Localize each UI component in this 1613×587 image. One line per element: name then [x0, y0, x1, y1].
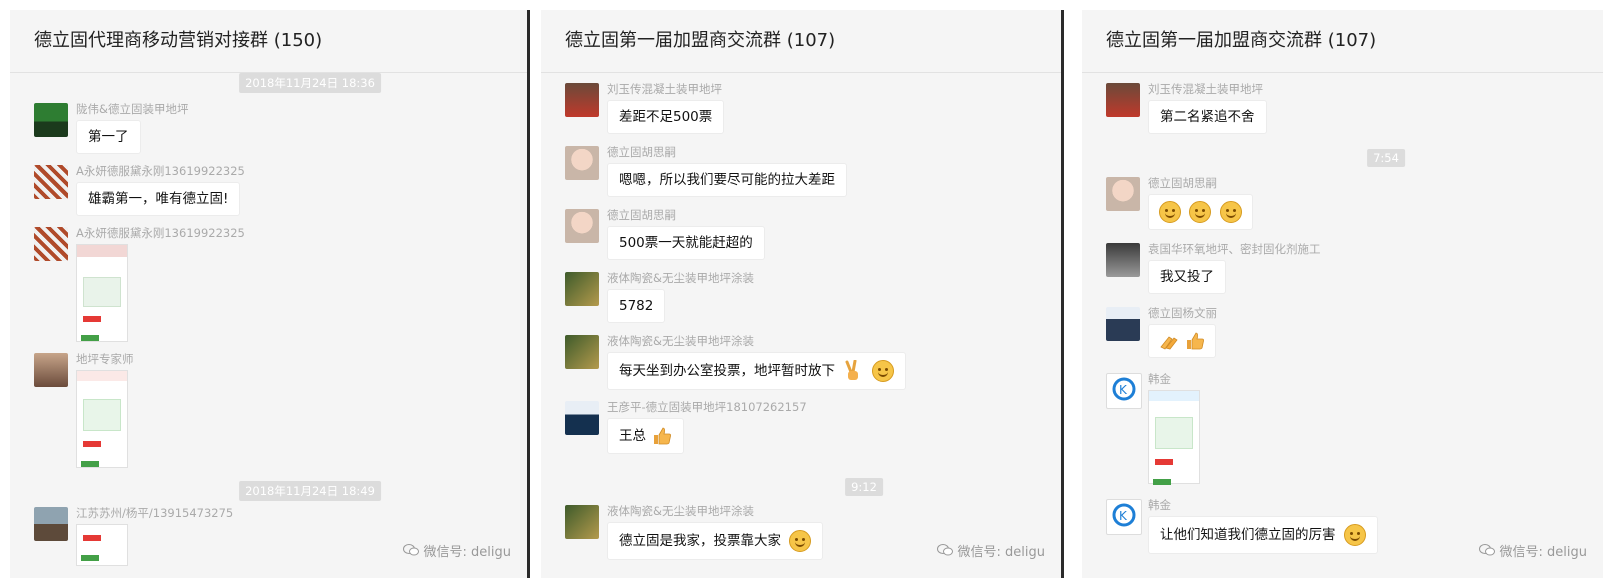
avatar[interactable]: [565, 146, 599, 180]
sender-name: 地坪专家师: [76, 352, 134, 366]
chat-panel-2: 德立固第一届加盟商交流群 (107) 刘玉传混凝土装甲地坪 差距不足500票 德…: [541, 10, 1061, 578]
message-bubble[interactable]: 第一了: [76, 120, 141, 154]
avatar[interactable]: K: [1106, 499, 1142, 535]
message-bubble[interactable]: 德立固是我家，投票靠大家: [607, 522, 824, 560]
sender-name: 德立固胡思嗣: [607, 208, 676, 222]
divider: [1061, 10, 1064, 578]
thumbs-up-icon: [1185, 331, 1205, 351]
watermark: 微信号: deligu: [403, 541, 511, 560]
avatar[interactable]: [565, 209, 599, 243]
message-text: 德立固是我家，投票靠大家: [619, 533, 781, 549]
sender-name: 液体陶瓷&无尘装甲地坪涂装: [607, 271, 754, 285]
sender-name: 德立固杨文丽: [1148, 306, 1217, 320]
sender-name: A永妍德服黛永刚13619922325: [76, 226, 245, 240]
sender-name: 陇伟&德立固装甲地坪: [76, 102, 189, 116]
sender-name: 韩金: [1148, 372, 1171, 386]
timestamp-badge: 2018年11月24日 18:36: [239, 73, 381, 93]
avatar[interactable]: [565, 272, 599, 306]
message-bubble[interactable]: 500票一天就能赶超的: [607, 226, 765, 260]
sender-name: 德立固胡思嗣: [1148, 176, 1217, 190]
chat-title: 德立固第一届加盟商交流群 (107): [1082, 10, 1603, 73]
grin-emoji-icon: [789, 530, 812, 552]
sender-name: 王彦平-德立固装甲地坪18107262157: [607, 400, 807, 414]
wechat-icon: [1479, 544, 1499, 560]
message-bubble[interactable]: [1148, 194, 1253, 230]
avatar[interactable]: K: [1106, 373, 1142, 409]
timestamp-badge: 9:12: [845, 478, 883, 496]
avatar[interactable]: [34, 227, 68, 261]
image-message[interactable]: [1148, 390, 1200, 485]
message-bubble[interactable]: 王总: [607, 418, 685, 454]
company-logo-icon: K: [1112, 377, 1136, 401]
avatar[interactable]: [565, 505, 599, 539]
message-bubble[interactable]: 我又投了: [1148, 260, 1226, 294]
sender-name: 德立固胡思嗣: [607, 145, 676, 159]
watermark-text: 微信号: deligu: [1499, 545, 1587, 560]
grin-emoji-icon: [1159, 201, 1181, 223]
message-bubble[interactable]: 雄霸第一，唯有德立固!: [76, 182, 241, 216]
sender-name: 江苏苏州/杨平/13915473275: [76, 506, 234, 520]
message-bubble[interactable]: 让他们知道我们德立固的厉害: [1148, 516, 1378, 554]
avatar[interactable]: [1106, 243, 1140, 277]
grin-emoji-icon: [1189, 201, 1212, 223]
thumbs-up-icon: [652, 426, 672, 446]
divider: [527, 10, 530, 578]
avatar[interactable]: [34, 103, 68, 137]
chat-title: 德立固代理商移动营销对接群 (150): [10, 10, 527, 73]
image-message[interactable]: [76, 370, 128, 468]
sender-name: 韩金: [1148, 498, 1171, 512]
watermark-text: 微信号: deligu: [957, 545, 1045, 560]
message-bubble[interactable]: 5782: [607, 289, 666, 323]
image-message[interactable]: [76, 244, 128, 342]
message-text: 王总: [619, 428, 646, 444]
chat-title: 德立固第一届加盟商交流群 (107): [541, 10, 1061, 73]
company-logo-icon: K: [1112, 503, 1136, 527]
watermark: 微信号: deligu: [1479, 541, 1587, 560]
avatar[interactable]: [565, 83, 599, 117]
avatar[interactable]: [1106, 83, 1140, 117]
sender-name: 液体陶瓷&无尘装甲地坪涂装: [607, 504, 754, 518]
clap-icon: [1159, 331, 1179, 351]
message-bubble[interactable]: 第二名紧追不舍: [1148, 100, 1267, 134]
avatar[interactable]: [34, 507, 68, 541]
avatar[interactable]: [565, 401, 599, 435]
svg-text:K: K: [1119, 509, 1128, 523]
sender-name: 液体陶瓷&无尘装甲地坪涂装: [607, 334, 754, 348]
grin-emoji-icon: [1219, 201, 1242, 223]
watermark-text: 微信号: deligu: [423, 545, 511, 560]
message-bubble[interactable]: [1148, 324, 1217, 358]
sender-name: 袁国华环氧地坪、密封固化剂施工: [1148, 242, 1321, 256]
sender-name: A永妍德服黛永刚13619922325: [76, 164, 245, 178]
wechat-icon: [403, 544, 423, 560]
avatar[interactable]: [34, 353, 68, 387]
avatar[interactable]: [565, 335, 599, 369]
message-text: 每天坐到办公室投票，地坪暂时放下: [619, 363, 835, 379]
message-bubble[interactable]: 嗯嗯，所以我们要尽可能的拉大差距: [607, 163, 847, 197]
smile-emoji-icon: [871, 360, 894, 382]
watermark: 微信号: deligu: [937, 541, 1045, 560]
timestamp-badge: 7:54: [1367, 149, 1405, 167]
avatar[interactable]: [34, 165, 68, 199]
message-bubble[interactable]: 差距不足500票: [607, 100, 725, 134]
victory-hand-icon: [843, 359, 863, 382]
sender-name: 刘玉传混凝土装甲地坪: [607, 82, 722, 96]
chat-panel-1: 德立固代理商移动营销对接群 (150) 2018年11月24日 18:36 陇伟…: [10, 10, 527, 578]
message-bubble[interactable]: 每天坐到办公室投票，地坪暂时放下: [607, 352, 906, 390]
message-text: 让他们知道我们德立固的厉害: [1160, 527, 1336, 543]
svg-text:K: K: [1119, 383, 1128, 397]
sender-name: 刘玉传混凝土装甲地坪: [1148, 82, 1263, 96]
avatar[interactable]: [1106, 177, 1140, 211]
smile-emoji-icon: [1343, 524, 1366, 546]
chat-panel-3: 德立固第一届加盟商交流群 (107) 刘玉传混凝土装甲地坪 第二名紧追不舍 7:…: [1082, 10, 1603, 578]
wechat-icon: [937, 544, 957, 560]
avatar[interactable]: [1106, 307, 1140, 341]
image-message[interactable]: [76, 524, 128, 566]
timestamp-badge: 2018年11月24日 18:49: [239, 481, 381, 501]
